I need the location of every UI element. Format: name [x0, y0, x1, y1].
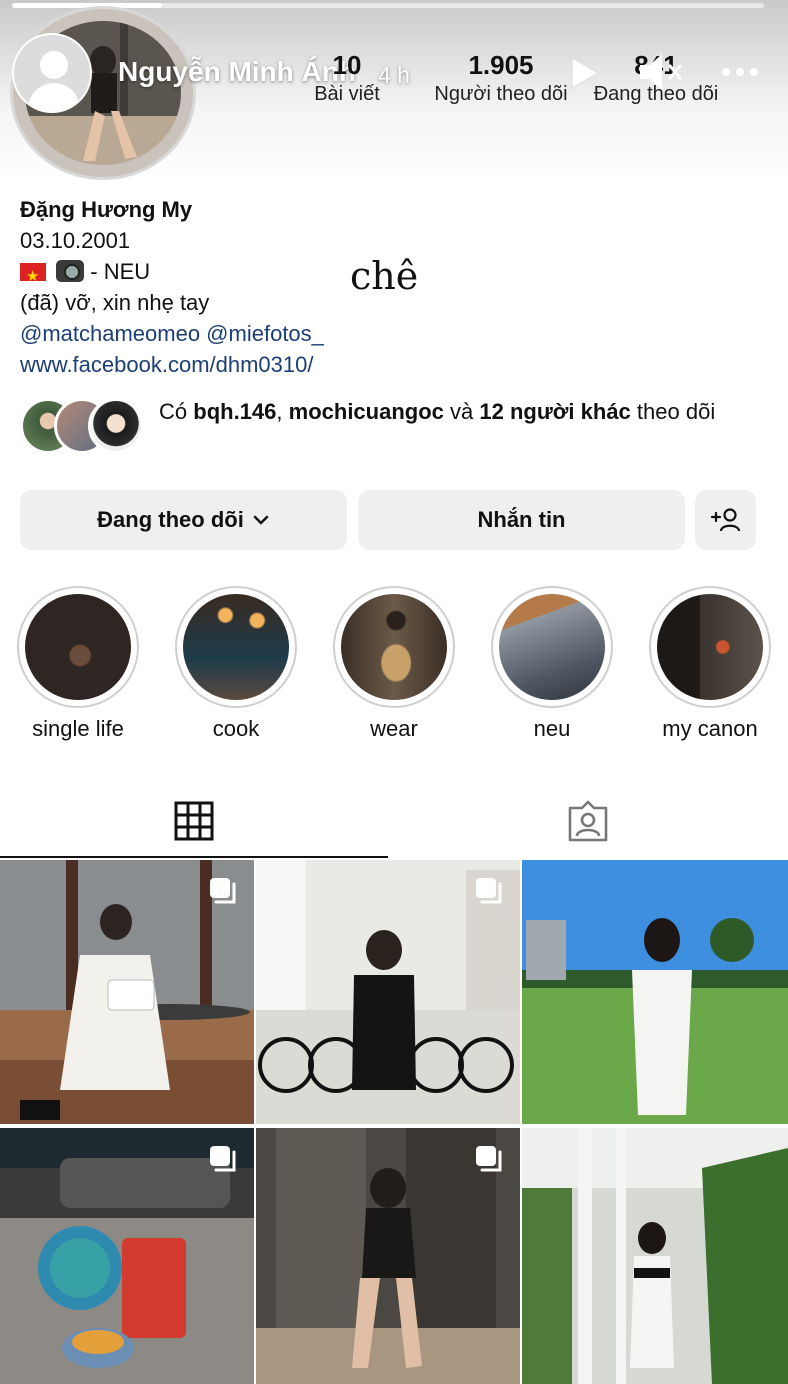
- story-text-sticker: chê: [350, 254, 419, 298]
- post-photo: [522, 860, 788, 1124]
- multi-photo-icon: [476, 1146, 502, 1172]
- mutual-user-1[interactable]: bqh.146: [193, 399, 276, 424]
- stat-posts-count: 10: [332, 50, 362, 80]
- avatar-head-shape: [40, 51, 68, 79]
- profile-school: - NEU: [90, 259, 151, 284]
- highlight-ring: [649, 586, 771, 708]
- following-button-label: Đang theo dõi: [97, 507, 244, 532]
- profile-school-line: - NEU: [20, 256, 324, 292]
- highlight-ring: [17, 586, 139, 708]
- post-thumbnail[interactable]: [0, 860, 254, 1124]
- post-thumbnail[interactable]: [0, 1128, 254, 1384]
- profile-website-link[interactable]: www.facebook.com/dhm0310/: [20, 349, 324, 380]
- highlight-cover: [341, 594, 447, 700]
- mutual-followers-avatars[interactable]: [20, 398, 144, 454]
- message-button-label: Nhắn tin: [477, 507, 566, 532]
- profile-status: (đã) vỡ, xin nhẹ tay: [20, 290, 210, 315]
- highlight-cover: [183, 594, 289, 700]
- mutual-avatar: [88, 398, 144, 454]
- highlight-wear[interactable]: wear: [332, 586, 456, 742]
- highlight-cook[interactable]: cook: [174, 586, 298, 742]
- mutual-others[interactable]: 12 người khác: [479, 399, 630, 424]
- grid-icon: [174, 801, 214, 841]
- stat-followers[interactable]: 1.905 Người theo dõi: [428, 50, 574, 106]
- more-icon[interactable]: [720, 60, 760, 84]
- multi-photo-icon: [476, 878, 502, 904]
- suggest-people-button[interactable]: [695, 490, 756, 550]
- profile-bio: Đặng Hương My 03.10.2001 - NEU (đã) vỡ, …: [20, 194, 324, 380]
- mutual-prefix: Có: [159, 399, 188, 424]
- tab-tagged[interactable]: [394, 782, 782, 860]
- mutual-suffix: theo dõi: [636, 399, 716, 424]
- highlight-my-canon[interactable]: my canon: [648, 586, 772, 742]
- highlight-ring: [333, 586, 455, 708]
- profile-birthday: 03.10.2001: [20, 228, 131, 253]
- vietnam-flag-icon: [20, 261, 46, 292]
- highlight-ring: [491, 586, 613, 708]
- highlight-label: neu: [533, 716, 571, 741]
- profile-name: Đặng Hương My: [20, 197, 193, 222]
- highlight-label: single life: [32, 716, 124, 741]
- highlight-label: my canon: [662, 716, 758, 741]
- highlight-label: wear: [370, 716, 418, 741]
- active-tab-indicator: [0, 856, 388, 858]
- highlight-label: cook: [212, 716, 260, 741]
- story-progress-bar: [12, 3, 764, 8]
- play-icon[interactable]: [566, 56, 600, 90]
- chevron-down-icon: [253, 515, 269, 525]
- stat-followers-label: Người theo dõi: [434, 83, 568, 105]
- mutual-user-2[interactable]: mochicuangoc: [289, 399, 444, 424]
- stat-posts[interactable]: 10 Bài viết: [300, 50, 394, 106]
- message-button[interactable]: Nhắn tin: [358, 490, 685, 550]
- post-thumbnail[interactable]: [256, 860, 520, 1124]
- stat-followers-count: 1.905: [468, 50, 534, 80]
- post-thumbnail[interactable]: [522, 1128, 788, 1384]
- posts-grid: [0, 860, 788, 1384]
- profile-mentions[interactable]: @matchameomeo @miefotos_: [20, 318, 324, 349]
- highlight-neu[interactable]: neu: [490, 586, 614, 742]
- mutual-and: và: [450, 399, 474, 424]
- highlight-ring: [175, 586, 297, 708]
- multi-photo-icon: [210, 1146, 236, 1172]
- tab-posts-grid[interactable]: [0, 782, 388, 860]
- highlight-cover: [25, 594, 131, 700]
- tagged-icon: [568, 800, 608, 842]
- mutual-followers-text[interactable]: Có bqh.146, mochicuangoc và 12 người khá…: [159, 396, 759, 427]
- highlight-single-life[interactable]: single life: [16, 586, 140, 742]
- post-thumbnail[interactable]: [256, 1128, 520, 1384]
- stat-posts-label: Bài viết: [314, 83, 380, 105]
- multi-photo-icon: [210, 878, 236, 904]
- post-photo: [522, 1128, 788, 1384]
- avatar-body-shape: [28, 83, 80, 111]
- highlight-cover: [657, 594, 763, 700]
- mute-icon[interactable]: [636, 50, 686, 94]
- highlight-cover: [499, 594, 605, 700]
- story-user-avatar[interactable]: [12, 33, 92, 113]
- add-person-icon: [710, 508, 740, 532]
- mutual-separator: ,: [276, 399, 283, 424]
- post-thumbnail[interactable]: [522, 860, 788, 1124]
- following-button[interactable]: Đang theo dõi: [20, 490, 347, 550]
- camera-icon: [56, 260, 85, 282]
